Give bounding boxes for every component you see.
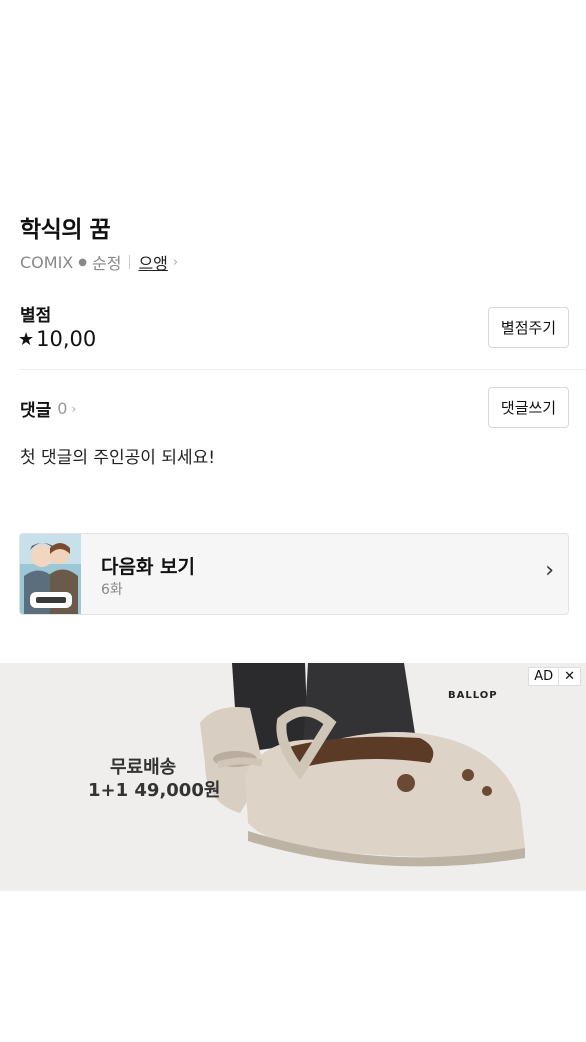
work-title: 학식의 꿈	[20, 217, 111, 243]
rating-value: ★ 10,00	[18, 327, 96, 351]
comments-label: 댓글	[20, 401, 52, 421]
chevron-right-icon[interactable]: ›	[173, 255, 178, 270]
next-episode-number: 6화	[101, 582, 123, 598]
write-comment-button[interactable]: 댓글쓰기	[488, 387, 569, 428]
rate-button[interactable]: 별점주기	[488, 307, 569, 348]
comments-header[interactable]: 댓글 0 ›	[20, 396, 76, 421]
ad-label: AD	[534, 669, 554, 684]
bullet-icon: ●	[78, 256, 87, 268]
rating-number: 10,00	[36, 327, 97, 351]
comments-empty-message: 첫 댓글의 주인공이 되세요!	[20, 448, 216, 468]
genre-label: 순정	[91, 254, 122, 273]
ad-banner[interactable]: BALLOP 무료배송 1+1 49,000원 AD ✕	[0, 663, 586, 891]
star-icon: ★	[18, 328, 35, 350]
rating-label: 별점	[20, 306, 52, 326]
next-episode-card[interactable]: 다음화 보기 6화 ›	[19, 533, 569, 615]
meta-divider	[129, 255, 131, 269]
close-icon[interactable]: ✕	[558, 668, 580, 685]
ad-badge: AD ✕	[528, 667, 581, 686]
episode-thumbnail	[20, 534, 81, 614]
chevron-right-icon[interactable]: ›	[71, 402, 76, 416]
publisher-label: COMIX	[20, 252, 74, 272]
comments-count: 0	[57, 399, 68, 418]
chevron-right-icon[interactable]: ›	[545, 558, 554, 583]
section-divider	[20, 369, 586, 370]
next-episode-title: 다음화 보기	[101, 556, 196, 578]
author-link[interactable]: 으앵	[138, 250, 167, 274]
ad-brand: BALLOP	[448, 690, 498, 701]
work-meta: COMIX ● 순정 으앵 ›	[20, 250, 178, 274]
ad-copy-price: 1+1 49,000원	[88, 780, 221, 801]
